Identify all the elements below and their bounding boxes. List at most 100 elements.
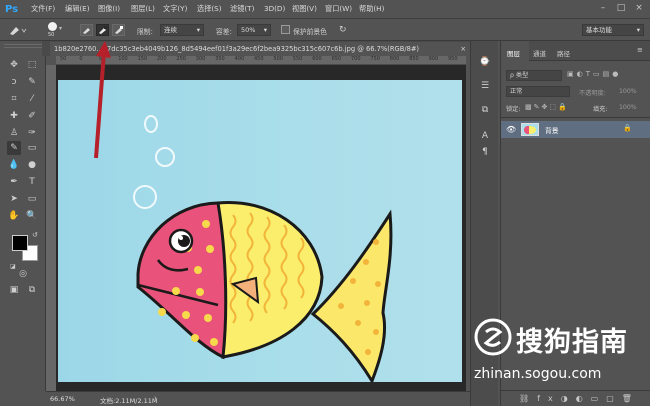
sogou-logo-icon (474, 318, 512, 356)
blend-mode-value: 正常 (510, 88, 523, 95)
close-icon[interactable]: × (634, 3, 644, 13)
menu-select[interactable]: 选择(S) (197, 4, 222, 14)
chevron-down-icon: ▾ (263, 26, 267, 34)
history-panel-icon[interactable]: ⌚ (478, 55, 492, 69)
opacity-value[interactable]: 100% (619, 88, 637, 95)
quick-select-tool-icon[interactable]: ✎ (25, 75, 39, 89)
eye-icon[interactable]: 👁 (506, 125, 516, 134)
document-canvas[interactable] (58, 80, 462, 382)
limit-value: 连续 (164, 26, 177, 34)
tolerance-input[interactable]: 50% ▾ (237, 24, 271, 36)
blend-mode-select[interactable]: 正常 (506, 86, 570, 97)
brush-size-picker[interactable]: 50 ▾ (44, 22, 64, 39)
ruler-tick-label: 600 (312, 56, 322, 62)
document-info: 文档:2.11M/2.11M (100, 397, 158, 405)
tab-layers[interactable]: 图层 (507, 48, 520, 58)
pen-tool-icon[interactable]: ✒ (7, 175, 21, 189)
gradient-tool-icon[interactable]: ▭ (25, 141, 39, 155)
quick-mask-icon[interactable]: ◎ (16, 267, 30, 281)
ruler-tick-label: 850 (409, 56, 419, 62)
shape-tool-icon[interactable]: ▭ (25, 192, 39, 206)
pressure-icon[interactable]: ↻ (339, 23, 353, 37)
fill-value[interactable]: 100% (619, 104, 637, 111)
menu-image[interactable]: 图像(I) (98, 4, 120, 14)
menu-layer[interactable]: 图层(L) (131, 4, 155, 14)
sampling-continuous-button[interactable] (80, 24, 93, 36)
ruler-tick-label: 700 (351, 56, 361, 62)
layer-name[interactable]: 背景 (545, 125, 559, 135)
layer-filter-select[interactable]: ρ 类型 (506, 70, 562, 81)
toolbar-grip[interactable] (4, 44, 42, 48)
lock-icons[interactable]: ▩✎✥⬚🔒 (525, 103, 569, 111)
layer-row-background[interactable]: 👁 背景 🔒 (501, 121, 650, 138)
limit-select[interactable]: 连续 ▾ (160, 24, 204, 36)
clone-stamp-tool-icon[interactable]: ♙ (7, 126, 21, 140)
eyedropper-tool-icon[interactable]: ⁄ (25, 92, 39, 106)
chevron-right-icon[interactable]: › (154, 394, 157, 402)
protect-foreground-label: 保护前景色 (293, 28, 327, 36)
workspace-select[interactable]: 基本功能 ▾ (582, 24, 644, 36)
lasso-tool-icon[interactable]: ↄ (7, 75, 21, 89)
move-tool-icon[interactable]: ✥ (7, 58, 21, 72)
menu-bar: Ps 文件(F) 编辑(E) 图像(I) 图层(L) 文字(Y) 选择(S) 滤… (0, 0, 650, 19)
history-brush-tool-icon[interactable]: ✑ (25, 126, 39, 140)
adjustments-panel-icon[interactable]: ⧉ (478, 103, 492, 117)
ruler-tick-label: 0 (79, 56, 83, 62)
type-tool-icon[interactable]: T (25, 175, 39, 189)
ruler-tick-label: 500 (273, 56, 283, 62)
ruler-tick-label: 650 (331, 56, 342, 62)
menu-file[interactable]: 文件(F) (31, 4, 55, 14)
swap-colors-icon[interactable]: ↺ (32, 231, 38, 239)
sampling-background-swatch-button[interactable] (112, 24, 125, 36)
crop-tool-icon[interactable]: ⌗ (7, 92, 21, 106)
properties-panel-icon[interactable]: ☰ (478, 79, 492, 93)
protect-foreground-checkbox[interactable] (281, 25, 290, 34)
artboard-icon[interactable]: ⧉ (25, 283, 39, 297)
menu-view[interactable]: 视图(V) (292, 4, 317, 14)
menu-3d[interactable]: 3D(D) (264, 4, 285, 13)
menu-window[interactable]: 窗口(W) (325, 4, 352, 14)
character-panel-icon[interactable]: A (478, 129, 492, 143)
status-bar: 66.67% 文档:2.11M/2.11M › (46, 391, 470, 406)
ruler-tick-label: 400 (234, 56, 245, 62)
maximize-icon[interactable]: □ (616, 3, 626, 13)
tab-channels[interactable]: 通道 (533, 48, 546, 58)
tool-preset-picker[interactable] (6, 23, 28, 37)
menu-edit[interactable]: 编辑(E) (65, 4, 90, 14)
window-controls: – □ × (590, 0, 650, 19)
ruler-tick-label: 250 (176, 56, 186, 62)
layer-filter-value: ρ 类型 (510, 72, 529, 79)
layers-bottom-toolbar[interactable]: ⛓fx◑◐▭▢🗑 (501, 390, 650, 406)
hand-tool-icon[interactable]: ✋ (7, 209, 21, 223)
limit-label: 限制: (137, 28, 153, 36)
tolerance-value: 50% (241, 26, 256, 34)
panel-menu-icon[interactable]: ≡ (637, 46, 643, 54)
blur-tool-icon[interactable]: 💧 (7, 158, 21, 172)
tools-panel: ✥ ⬚ ↄ ✎ ⌗ ⁄ ✚ ✐ ♙ ✑ ✎ ▭ 💧 ● ✒ T ➤ ▭ ✋ 🔍 … (0, 41, 46, 391)
menu-filter[interactable]: 滤镜(T) (230, 4, 254, 14)
ruler-tick-label: 450 (254, 56, 264, 62)
menu-type[interactable]: 文字(Y) (163, 4, 187, 14)
ruler-tick-label: 550 (292, 56, 303, 62)
default-colors-icon[interactable]: ◪ (10, 263, 16, 270)
background-eraser-tool-icon[interactable]: ✎ (7, 141, 21, 155)
screen-mode-icon[interactable]: ▣ (7, 283, 21, 297)
foreground-color-swatch[interactable] (12, 235, 28, 251)
annotation-arrow (94, 41, 111, 159)
sampling-once-button[interactable] (96, 24, 109, 36)
zoom-level[interactable]: 66.67% (50, 395, 75, 403)
minimize-icon[interactable]: – (598, 3, 608, 13)
menu-help[interactable]: 帮助(H) (359, 4, 384, 14)
layer-filter-icons[interactable]: ▣◐T▭▤● (567, 70, 647, 81)
dodge-tool-icon[interactable]: ● (25, 158, 39, 172)
tab-close-icon[interactable]: × (460, 42, 466, 56)
workspace-value: 基本功能 (586, 26, 612, 34)
marquee-tool-icon[interactable]: ⬚ (25, 58, 39, 72)
tab-paths[interactable]: 路径 (557, 48, 570, 58)
paragraph-panel-icon[interactable]: ¶ (478, 145, 492, 159)
brush-tool-icon[interactable]: ✐ (25, 109, 39, 123)
healing-brush-tool-icon[interactable]: ✚ (7, 109, 21, 123)
path-selection-tool-icon[interactable]: ➤ (7, 192, 21, 206)
zoom-tool-icon[interactable]: 🔍 (25, 209, 39, 223)
ruler-tick-label: 100 (118, 56, 128, 62)
